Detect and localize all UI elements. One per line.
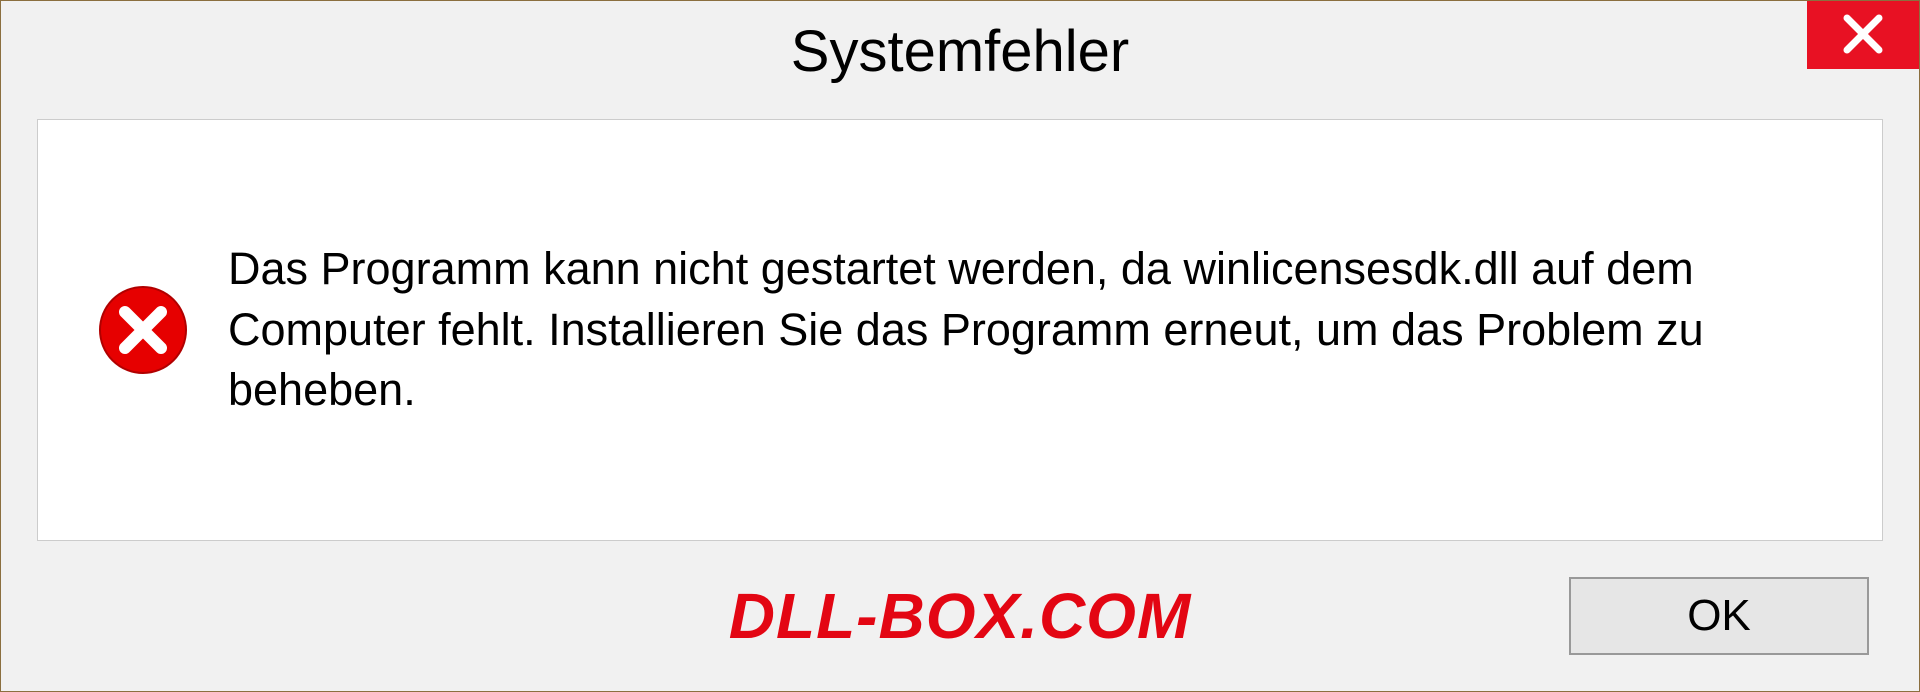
dialog-title: Systemfehler <box>791 18 1129 85</box>
watermark-text: DLL-BOX.COM <box>729 579 1192 653</box>
close-button[interactable] <box>1807 1 1919 69</box>
error-icon <box>98 285 188 375</box>
error-message: Das Programm kann nicht gestartet werden… <box>228 239 1832 421</box>
titlebar: Systemfehler <box>1 1 1919 101</box>
content-area: Das Programm kann nicht gestartet werden… <box>37 119 1883 541</box>
ok-button[interactable]: OK <box>1569 577 1869 655</box>
footer: DLL-BOX.COM OK <box>1 541 1919 691</box>
error-dialog: Systemfehler Das Programm kann nicht ges… <box>0 0 1920 692</box>
close-icon <box>1841 12 1885 59</box>
